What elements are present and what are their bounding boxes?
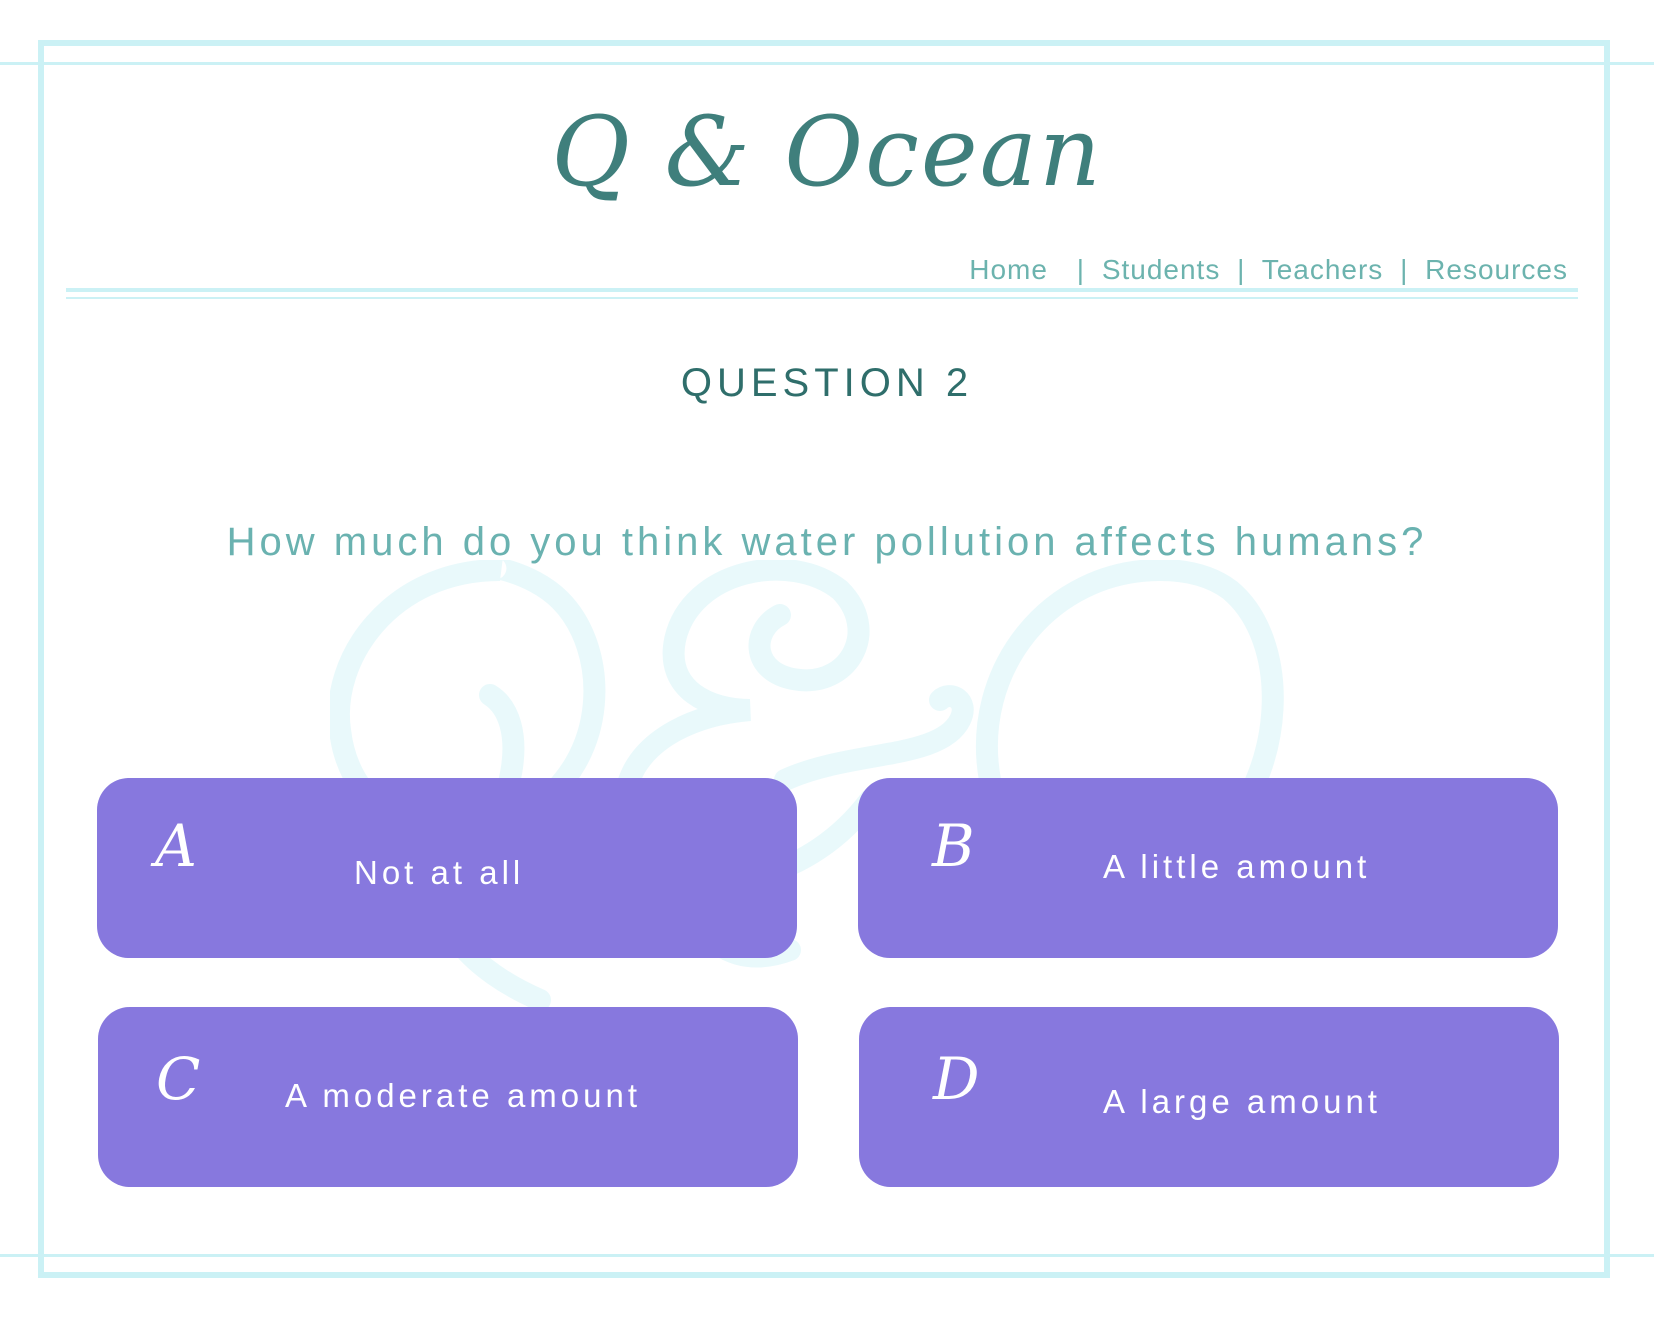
nav-students[interactable]: Students bbox=[1102, 254, 1221, 285]
nav-divider-thin bbox=[66, 297, 1578, 299]
answer-option-d[interactable]: D A large amount bbox=[859, 1007, 1559, 1187]
nav-home[interactable]: Home bbox=[969, 254, 1048, 285]
nav-separator: | bbox=[1400, 254, 1409, 285]
answer-letter-c: C bbox=[156, 1045, 201, 1113]
question-text: How much do you think water pollution af… bbox=[226, 520, 1428, 564]
answer-letter-a: A bbox=[155, 812, 197, 880]
nav-resources[interactable]: Resources bbox=[1425, 254, 1568, 285]
answer-letter-b: B bbox=[932, 812, 975, 880]
answer-option-c[interactable]: C A moderate amount bbox=[98, 1007, 798, 1187]
main-nav: Home | Students | Teachers | Resources bbox=[969, 254, 1568, 286]
nav-separator: | bbox=[1237, 254, 1246, 285]
site-logo[interactable]: Q & Ocean bbox=[0, 84, 1654, 234]
answer-option-b[interactable]: B A little amount bbox=[858, 778, 1558, 958]
nav-teachers[interactable]: Teachers bbox=[1262, 254, 1384, 285]
answer-label-c: A moderate amount bbox=[285, 1077, 642, 1114]
logo-text: Q & Ocean bbox=[551, 96, 1103, 208]
answer-option-a[interactable]: A Not at all bbox=[97, 778, 797, 958]
answer-label-a: Not at all bbox=[354, 854, 525, 891]
nav-separator: | bbox=[1076, 254, 1086, 285]
answer-label-b: A little amount bbox=[1103, 848, 1371, 885]
question-number: QUESTION 2 bbox=[680, 361, 974, 405]
nav-divider bbox=[66, 288, 1578, 292]
answer-letter-d: D bbox=[933, 1045, 980, 1113]
answer-label-d: A large amount bbox=[1103, 1083, 1381, 1120]
